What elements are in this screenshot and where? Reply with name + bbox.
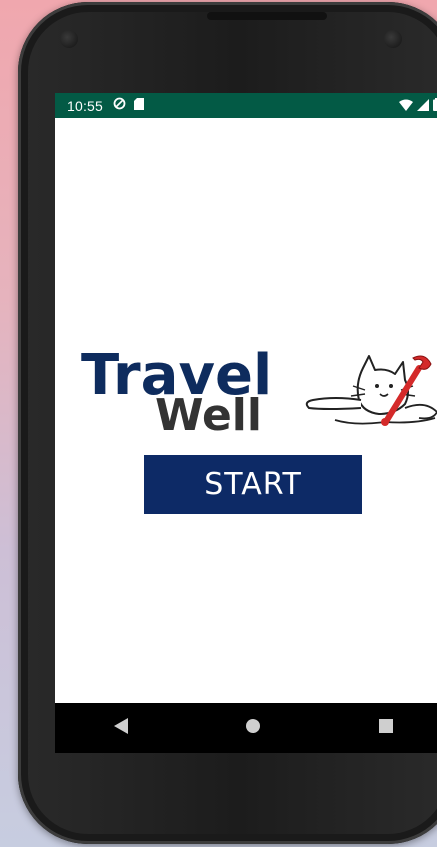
recents-icon (378, 718, 393, 738)
front-camera (60, 30, 78, 48)
app-content: Travel Well START (55, 118, 437, 703)
start-button-label: START (204, 467, 302, 502)
status-time: 10:55 (67, 97, 104, 114)
start-button[interactable]: START (144, 455, 362, 514)
earpiece-speaker (207, 12, 327, 20)
wifi-icon (399, 98, 413, 116)
phone-frame: 10:55 Travel Well START (18, 2, 437, 844)
back-icon (114, 717, 129, 739)
app-logo: Travel Well (81, 348, 437, 463)
home-button[interactable] (233, 708, 273, 748)
logo-title-well: Well (155, 390, 262, 441)
cat-with-wrench-illustration (305, 355, 437, 426)
home-icon (245, 718, 261, 739)
sensor-dot (384, 30, 402, 48)
status-bar: 10:55 (55, 93, 437, 118)
sd-card-icon (134, 97, 145, 115)
status-icons-right (399, 98, 437, 116)
recents-button[interactable] (366, 708, 406, 748)
battery-icon (433, 98, 437, 116)
device-screen: 10:55 Travel Well START (55, 93, 437, 753)
signal-icon (417, 98, 429, 116)
navigation-bar (55, 703, 437, 753)
status-icons-left (113, 97, 145, 115)
back-button[interactable] (101, 708, 141, 748)
sync-icon (113, 97, 126, 115)
